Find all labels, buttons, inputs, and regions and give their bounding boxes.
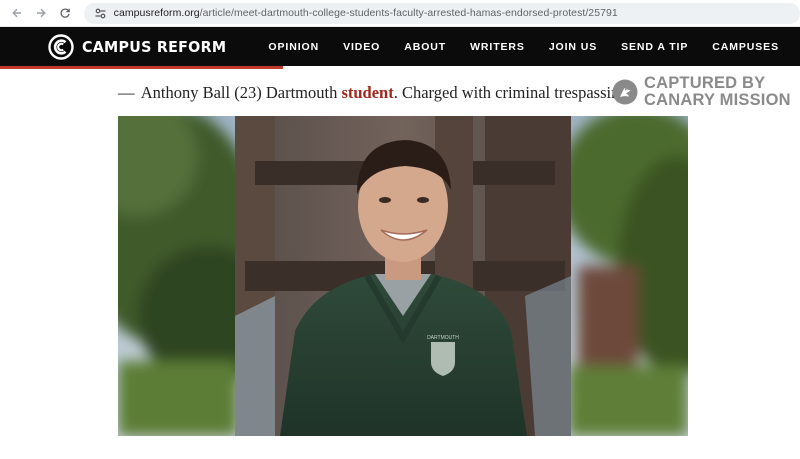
watermark-line-2: CANARY MISSION — [644, 91, 791, 109]
caption-name: Anthony Ball (23) Dartmouth — [140, 83, 338, 102]
nav-opinion[interactable]: OPINION — [268, 41, 319, 53]
nav-video[interactable]: VIDEO — [343, 41, 380, 53]
watermark-text: CAPTURED BY CANARY MISSION — [644, 75, 791, 109]
student-portrait: DARTMOUTH — [235, 116, 571, 436]
nav-send-a-tip[interactable]: SEND A TIP — [621, 41, 688, 53]
url-host: campusreform.org — [113, 7, 200, 19]
reload-icon[interactable] — [54, 2, 76, 24]
site-logo[interactable]: CAMPUS REFORM — [48, 33, 239, 60]
browser-toolbar: campusreform.org/article/meet-dartmouth-… — [0, 0, 800, 27]
caption-keyword: student — [341, 83, 394, 102]
header-accent-bar — [0, 66, 283, 69]
watermark-line-1: CAPTURED BY — [644, 74, 766, 92]
canary-mission-watermark: CAPTURED BY CANARY MISSION — [612, 75, 791, 109]
nav-join-us[interactable]: JOIN US — [549, 41, 597, 53]
canary-bird-icon — [612, 79, 638, 105]
back-arrow-icon[interactable] — [6, 2, 28, 24]
url-text: campusreform.org/article/meet-dartmouth-… — [114, 7, 618, 19]
nav-writers[interactable]: WRITERS — [470, 41, 525, 53]
photo-caption: — Anthony Ball (23) Dartmouth student. C… — [118, 83, 632, 103]
caption-dash: — — [118, 83, 135, 102]
nav-about[interactable]: ABOUT — [404, 41, 446, 53]
badge-text: DARTMOUTH — [427, 335, 459, 341]
address-bar[interactable]: campusreform.org/article/meet-dartmouth-… — [83, 2, 800, 24]
url-path: /article/meet-dartmouth-college-students… — [199, 7, 618, 19]
caption-charge: . Charged with criminal trespassing. — [393, 83, 632, 102]
site-logo-text: CAMPUS REFORM — [82, 37, 227, 56]
article-photo: DARTMOUTH — [118, 116, 688, 436]
site-header: CAMPUS REFORM OPINION VIDEO ABOUT WRITER… — [0, 27, 800, 66]
main-nav: OPINION VIDEO ABOUT WRITERS JOIN US SEND… — [244, 27, 779, 66]
site-info-icon[interactable] — [94, 6, 108, 20]
campus-reform-logo-icon — [48, 33, 74, 60]
forward-arrow-icon[interactable] — [30, 2, 52, 24]
nav-campuses[interactable]: CAMPUSES — [712, 41, 779, 53]
